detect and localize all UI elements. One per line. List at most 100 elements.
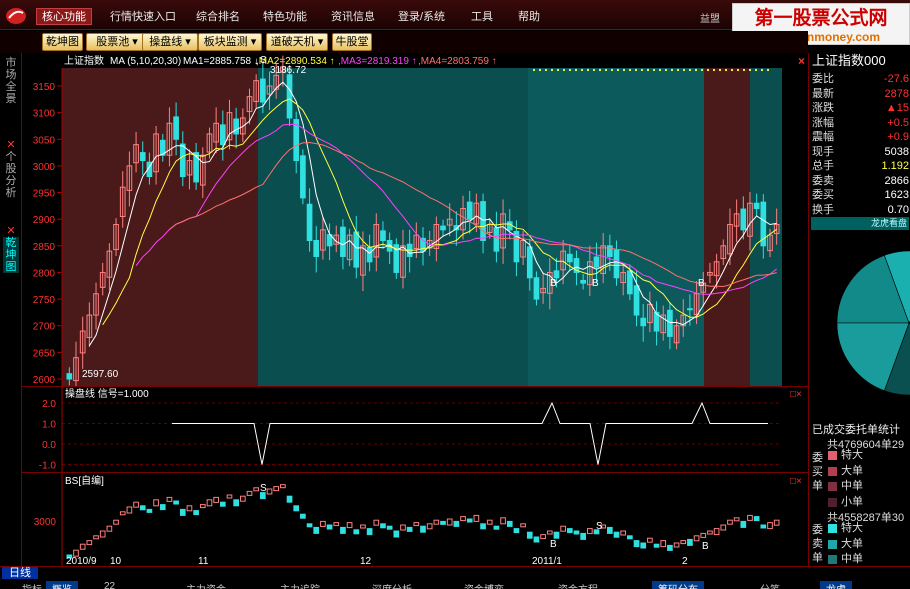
bottom-tabbar: 日线 指标概览 主力资金 主力追踪 深度分析 资金博弈 资金方程 筹码分布 分笔 龙虎 22 (0, 566, 910, 589)
tab-market-overview[interactable]: 市场全景 (3, 57, 19, 105)
signal-dot (628, 68, 632, 72)
bs-bar (440, 520, 446, 525)
close-icon[interactable]: □× (790, 389, 802, 400)
bs-bar (553, 531, 560, 539)
y-tick-label: 2750 (33, 295, 56, 306)
quote-value: ▲15 (885, 102, 909, 114)
tab-dragon-tiger[interactable]: 龙虎看盘 (811, 217, 909, 230)
bottom-tab-5[interactable]: 资金博弈 (464, 581, 504, 589)
y-tick-label: 2800 (33, 268, 56, 279)
quote-label: 震幅 (812, 131, 834, 143)
bottom-tab-6[interactable]: 资金方程 (558, 581, 598, 589)
main-kline-chart[interactable]: 上证指数 MA (5,10,20,30) MA1=2885.758 ↓ ,MA2=28… (22, 53, 808, 386)
menu-item-4[interactable]: 资讯信息 (331, 9, 375, 26)
quote-title: 上证指数000 (809, 53, 910, 69)
close-icon[interactable]: ✕ (3, 139, 19, 151)
candle-body (753, 202, 760, 210)
menu-item-3[interactable]: 特色功能 (263, 9, 307, 26)
y-tick-label: 3100 (33, 109, 56, 120)
signal-dot (688, 68, 692, 72)
bs-bar (286, 495, 293, 503)
chart-ma-def: MA (5,10,20,30) (110, 56, 181, 67)
signal-dot (592, 68, 596, 72)
bs-bar (653, 543, 660, 548)
candle-body (139, 152, 146, 162)
signal-dot (724, 68, 728, 72)
bs-bar (313, 526, 320, 534)
candle-body (506, 221, 513, 231)
bottom-tab-1[interactable]: 概览 (46, 581, 78, 589)
menu-item-0[interactable]: 核心功能 (36, 8, 92, 25)
close-icon[interactable]: ✕ (3, 225, 19, 237)
toolbar-button-5[interactable]: 牛股堂 (332, 33, 372, 51)
legend-row: 中单 (809, 552, 909, 567)
candle-body (306, 203, 313, 241)
legend-row: 特大 (809, 448, 909, 463)
signal-dot (568, 68, 572, 72)
candle-body (440, 225, 446, 231)
tab-qiankun[interactable]: 乾坤图 (3, 237, 19, 273)
chart-ma4: ,MA4=2803.759 ↑ (418, 56, 497, 67)
indicator-bs[interactable]: BS[自编] □× 3000 S S B B 2010/9 10 11 12 2011/1 2 (22, 472, 808, 568)
toolbar-button-1[interactable]: 股票池 ▾ (86, 33, 148, 51)
bs-bar (146, 508, 153, 513)
bottom-tab-2[interactable]: 主力资金 (186, 581, 226, 589)
signal-dot (706, 68, 710, 72)
bottom-tab-8[interactable]: 分笔 (760, 581, 780, 589)
quote-label: 涨跌 (812, 102, 834, 114)
bottom-tab-7[interactable]: 筹码分布 (652, 581, 704, 589)
quote-label: 总手 (812, 160, 834, 172)
signal-dot (574, 68, 578, 72)
tab-daily[interactable]: 日线 (2, 567, 38, 579)
signal-marker: S (260, 55, 267, 66)
indicator-caopanxian[interactable]: 操盘线 信号=1.000 □× 2.0 1.0 0.0 -1.0 (22, 386, 808, 473)
bottom-tab-4[interactable]: 深度分析 (372, 581, 412, 589)
toolbar-button-3[interactable]: 板块监测 ▾ (198, 33, 262, 51)
bottom-tab-0[interactable]: 指标 (22, 581, 42, 589)
candle-body (593, 256, 600, 268)
quote-label: 现手 (812, 145, 834, 158)
bs-bar (573, 530, 580, 535)
toolbar-button-4[interactable]: 道破天机 ▾ (266, 33, 328, 51)
chart-ma3: ,MA3=2819.319 ↑ (338, 56, 417, 67)
signal-dot (664, 68, 668, 72)
menu-item-5[interactable]: 登录/系统 (398, 9, 445, 26)
menu-item-1[interactable]: 行情快速入口 (110, 9, 176, 26)
legend-swatch (828, 466, 837, 476)
signal-dot (694, 68, 698, 72)
bs-bar (233, 499, 239, 507)
menu-item-6[interactable]: 工具 (471, 9, 493, 26)
quote-value: +0.5 (887, 116, 909, 129)
menu-item-7[interactable]: 帮助 (518, 9, 540, 26)
signal-dot (550, 68, 554, 72)
close-icon[interactable]: □× (790, 476, 802, 487)
bs-bar (753, 516, 760, 522)
bs-bar (173, 500, 179, 505)
legend-swatch (828, 524, 837, 533)
toolbar-button-2[interactable]: 操盘线 ▾ (142, 33, 198, 51)
legend-swatch (828, 539, 837, 549)
candle-body (613, 249, 620, 279)
toolbar-button-0[interactable]: 乾坤图 (42, 33, 83, 51)
bs-bar (466, 518, 473, 523)
menu-item-2[interactable]: 综合排名 (196, 9, 240, 26)
quote-value: 1.192 (881, 160, 909, 172)
candle-body (526, 246, 533, 279)
bottom-tab-3[interactable]: 主力追踪 (280, 581, 320, 589)
legend-row: 中单 (809, 479, 909, 494)
order-stats-title: 已成交委托单统计 (812, 424, 900, 436)
chart-ma1: MA1=2885.758 ↓ (183, 56, 259, 67)
bottom-tab-9[interactable]: 龙虎 (820, 581, 852, 589)
signal-dot (652, 68, 656, 72)
quote-value: 2878 (884, 87, 909, 100)
candle-body (640, 317, 647, 327)
candle-body (173, 116, 179, 140)
close-icon[interactable]: × (798, 54, 805, 68)
y-tick-label: -1.0 (39, 461, 57, 472)
bs-bar (393, 530, 400, 538)
indicator2-svg: BS[自编] □×3000SSB B2010/9 10 11 12 2011/1 2 (22, 473, 808, 568)
tab-stock-analysis[interactable]: 个股分析 (3, 151, 19, 199)
signal-dot (670, 68, 674, 72)
quote-row: 委比 -27.6 (812, 72, 909, 86)
quote-label: 委卖 (812, 174, 834, 187)
